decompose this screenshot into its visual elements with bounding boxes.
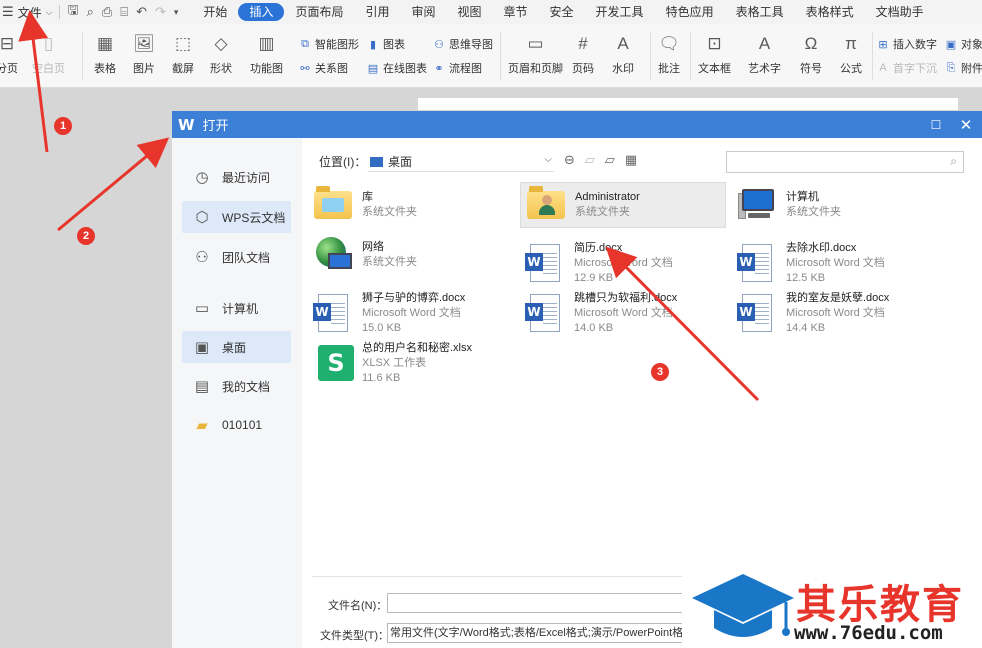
site-watermark: 其乐教育 www.76edu.com xyxy=(682,566,982,648)
arrow-2 xyxy=(57,137,170,232)
annotation-marker-1: 1 xyxy=(54,117,72,135)
graduation-cap-icon xyxy=(692,574,794,637)
annotation-arrows xyxy=(18,10,760,402)
arrow-1 xyxy=(18,10,49,153)
annotation-marker-3: 3 xyxy=(651,363,669,381)
brand-url: www.76edu.com xyxy=(794,622,943,644)
annotation-marker-2: 2 xyxy=(77,227,95,245)
arrow-3 xyxy=(605,246,760,402)
